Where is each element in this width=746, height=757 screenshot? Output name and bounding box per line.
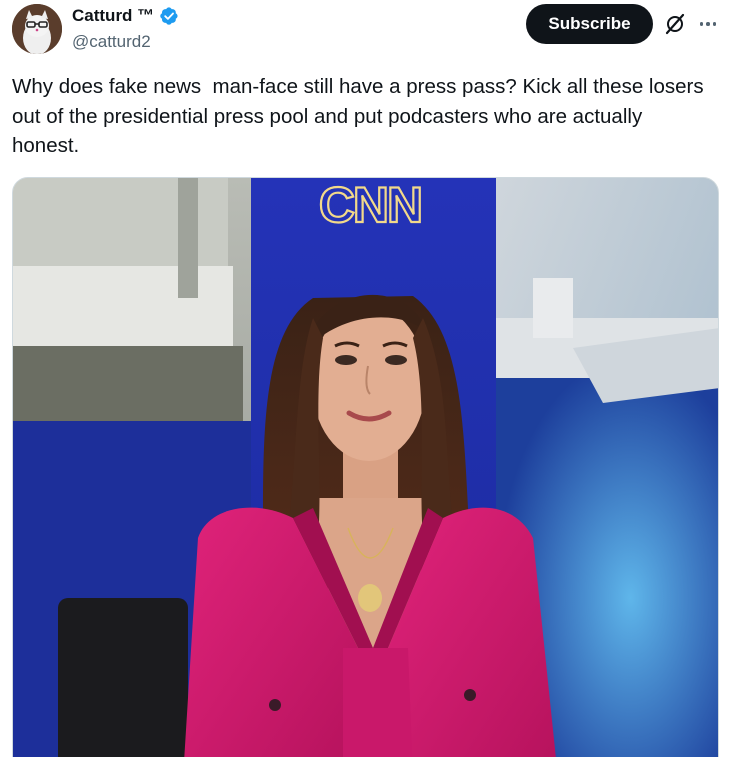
- author-name-row[interactable]: Catturd ™: [72, 6, 179, 26]
- tweet-text: Why does fake news man-face still have a…: [12, 75, 710, 157]
- tweet-media-photo[interactable]: CNN: [12, 177, 719, 757]
- cnn-sign-text: CNN: [319, 178, 421, 233]
- subscribe-button[interactable]: Subscribe: [526, 4, 653, 44]
- author-display-name[interactable]: Catturd ™: [72, 6, 154, 26]
- news-anchor-photo: CNN: [13, 178, 718, 757]
- verified-badge-icon: [160, 7, 178, 25]
- grok-slash-icon[interactable]: [664, 13, 686, 35]
- author-avatar[interactable]: [12, 4, 62, 54]
- author-handle[interactable]: @catturd2: [72, 32, 151, 52]
- more-options-icon[interactable]: [696, 12, 720, 36]
